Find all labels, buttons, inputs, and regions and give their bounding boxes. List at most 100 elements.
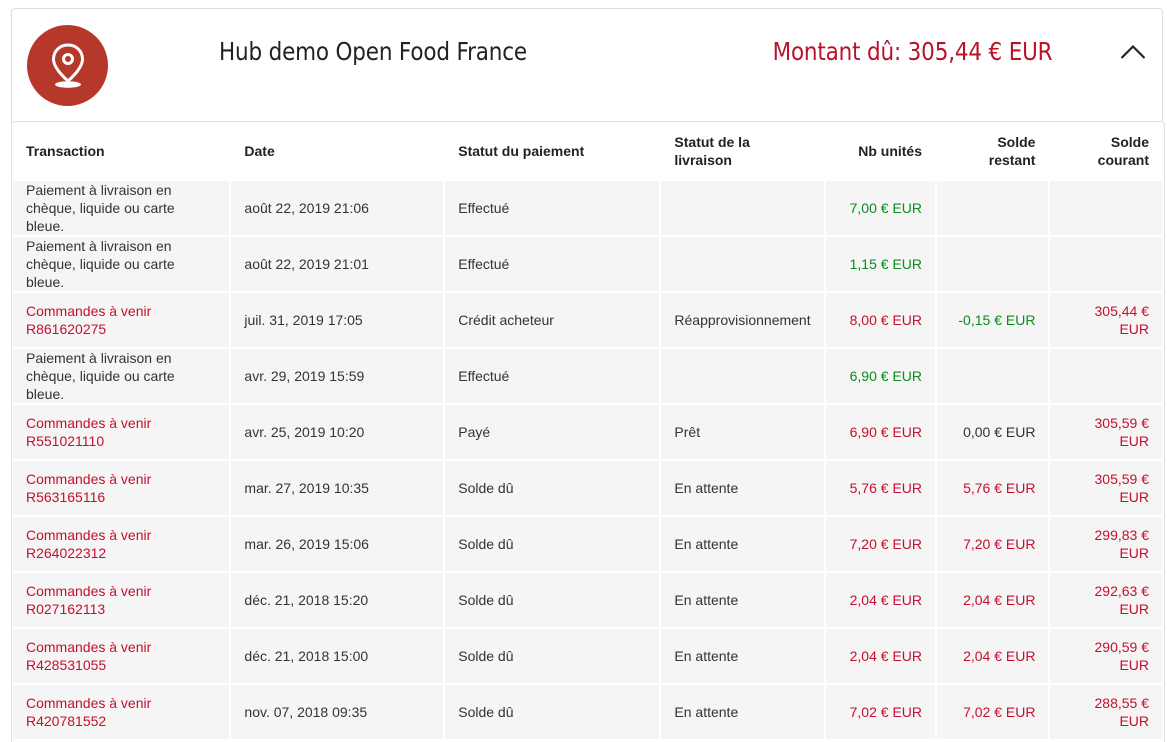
delivery-status-cell: En attente	[661, 517, 824, 571]
current-balance-cell: 292,63 € EUR	[1050, 573, 1162, 627]
remaining-balance-cell: 2,04 € EUR	[937, 629, 1049, 683]
table-header-row: Transaction Date Statut du paiement Stat…	[13, 122, 1162, 179]
date-cell: août 22, 2019 21:01	[231, 237, 444, 291]
units-cell: 6,90 € EUR	[825, 349, 935, 403]
units-cell: 7,20 € EUR	[825, 517, 935, 571]
current-balance-cell: 288,55 € EUR	[1050, 685, 1162, 739]
order-link[interactable]: Commandes à venir R264022312	[26, 527, 151, 561]
payment-status-cell: Effectué	[445, 181, 660, 235]
transaction-cell: Commandes à venir R027162113	[13, 573, 230, 627]
remaining-balance-cell	[937, 237, 1049, 291]
remaining-balance-cell: -0,15 € EUR	[937, 293, 1049, 347]
delivery-status-cell: En attente	[661, 629, 824, 683]
remaining-balance-cell: 7,02 € EUR	[937, 685, 1049, 739]
units-cell: 5,76 € EUR	[825, 461, 935, 515]
table-row: Commandes à venir R027162113 déc. 21, 201…	[13, 573, 1162, 627]
payment-status-cell: Solde dû	[445, 461, 660, 515]
hub-card-header: Hub demo Open Food France Montant dû: 30…	[11, 8, 1163, 124]
units-cell: 8,00 € EUR	[825, 293, 935, 347]
hub-name: Hub demo Open Food France	[219, 37, 527, 66]
transaction-cell: Commandes à venir R264022312	[13, 517, 230, 571]
current-balance-cell	[1050, 181, 1162, 235]
delivery-status-cell: En attente	[661, 461, 824, 515]
delivery-status-cell	[661, 237, 824, 291]
transactions-table-container: Transaction Date Statut du paiement Stat…	[11, 121, 1165, 742]
units-cell: 2,04 € EUR	[825, 629, 935, 683]
table-row: Paiement à livraison en chèque, liquide …	[13, 237, 1162, 291]
transaction-cell: Commandes à venir R861620275	[13, 293, 230, 347]
order-link[interactable]: Commandes à venir R563165116	[26, 471, 151, 505]
date-cell: août 22, 2019 21:06	[231, 181, 444, 235]
current-balance-cell: 305,59 € EUR	[1050, 461, 1162, 515]
table-row: Commandes à venir R861620275 juil. 31, 20…	[13, 293, 1162, 347]
table-row: Commandes à venir R264022312 mar. 26, 201…	[13, 517, 1162, 571]
column-header-date: Date	[231, 122, 444, 179]
table-row: Commandes à venir R420781552 nov. 07, 201…	[13, 685, 1162, 739]
transaction-cell: Commandes à venir R420781552	[13, 685, 230, 739]
remaining-balance-cell: 5,76 € EUR	[937, 461, 1049, 515]
column-header-transaction: Transaction	[13, 122, 230, 179]
column-header-current-balance: Solde courant	[1050, 122, 1162, 179]
table-row: Paiement à livraison en chèque, liquide …	[13, 181, 1162, 235]
table-row: Commandes à venir R551021110 avr. 25, 201…	[13, 405, 1162, 459]
column-header-delivery-status: Statut de la livraison	[661, 122, 824, 179]
delivery-status-cell: Prêt	[661, 405, 824, 459]
column-header-units: Nb unités	[825, 122, 935, 179]
delivery-status-cell: Réapprovisionnement	[661, 293, 824, 347]
remaining-balance-cell	[937, 181, 1049, 235]
current-balance-cell	[1050, 349, 1162, 403]
remaining-balance-cell: 0,00 € EUR	[937, 405, 1049, 459]
payment-status-cell: Solde dû	[445, 685, 660, 739]
units-cell: 6,90 € EUR	[825, 405, 935, 459]
payment-status-cell: Effectué	[445, 237, 660, 291]
date-cell: nov. 07, 2018 09:35	[231, 685, 444, 739]
column-header-remaining-balance: Solde restant	[937, 122, 1049, 179]
table-row: Paiement à livraison en chèque, liquide …	[13, 349, 1162, 403]
transaction-cell: Paiement à livraison en chèque, liquide …	[13, 181, 230, 235]
table-row: Commandes à venir R563165116 mar. 27, 201…	[13, 461, 1162, 515]
delivery-status-cell: En attente	[661, 573, 824, 627]
order-link[interactable]: Commandes à venir R027162113	[26, 583, 151, 617]
payment-status-cell: Crédit acheteur	[445, 293, 660, 347]
units-cell: 7,00 € EUR	[825, 181, 935, 235]
amount-due: Montant dû: 305,44 € EUR	[772, 37, 1052, 66]
date-cell: mar. 27, 2019 10:35	[231, 461, 444, 515]
delivery-status-cell: En attente	[661, 685, 824, 739]
payment-status-cell: Solde dû	[445, 629, 660, 683]
current-balance-cell: 299,83 € EUR	[1050, 517, 1162, 571]
current-balance-cell	[1050, 237, 1162, 291]
order-link[interactable]: Commandes à venir R861620275	[26, 303, 151, 337]
order-link[interactable]: Commandes à venir R551021110	[26, 415, 151, 449]
delivery-status-cell	[661, 181, 824, 235]
delivery-status-cell	[661, 349, 824, 403]
date-cell: mar. 26, 2019 15:06	[231, 517, 444, 571]
payment-status-cell: Solde dû	[445, 573, 660, 627]
current-balance-cell: 290,59 € EUR	[1050, 629, 1162, 683]
date-cell: avr. 29, 2019 15:59	[231, 349, 444, 403]
transaction-cell: Commandes à venir R428531055	[13, 629, 230, 683]
date-cell: déc. 21, 2018 15:20	[231, 573, 444, 627]
payment-status-cell: Effectué	[445, 349, 660, 403]
order-link[interactable]: Commandes à venir R428531055	[26, 639, 151, 673]
current-balance-cell: 305,44 € EUR	[1050, 293, 1162, 347]
units-cell: 7,02 € EUR	[825, 685, 935, 739]
units-cell: 2,04 € EUR	[825, 573, 935, 627]
payment-status-cell: Payé	[445, 405, 660, 459]
transaction-cell: Paiement à livraison en chèque, liquide …	[13, 237, 230, 291]
current-balance-cell: 305,59 € EUR	[1050, 405, 1162, 459]
transactions-table: Transaction Date Statut du paiement Stat…	[12, 122, 1164, 741]
date-cell: déc. 21, 2018 15:00	[231, 629, 444, 683]
order-link[interactable]: Commandes à venir R420781552	[26, 695, 151, 729]
units-cell: 1,15 € EUR	[825, 237, 935, 291]
transaction-cell: Commandes à venir R551021110	[13, 405, 230, 459]
transaction-cell: Commandes à venir R563165116	[13, 461, 230, 515]
remaining-balance-cell: 7,20 € EUR	[937, 517, 1049, 571]
table-row: Commandes à venir R428531055 déc. 21, 201…	[13, 629, 1162, 683]
remaining-balance-cell	[937, 349, 1049, 403]
date-cell: avr. 25, 2019 10:20	[231, 405, 444, 459]
remaining-balance-cell: 2,04 € EUR	[937, 573, 1049, 627]
payment-status-cell: Solde dû	[445, 517, 660, 571]
map-pin-icon	[27, 25, 108, 106]
chevron-up-icon[interactable]	[1118, 41, 1148, 63]
date-cell: juil. 31, 2019 17:05	[231, 293, 444, 347]
